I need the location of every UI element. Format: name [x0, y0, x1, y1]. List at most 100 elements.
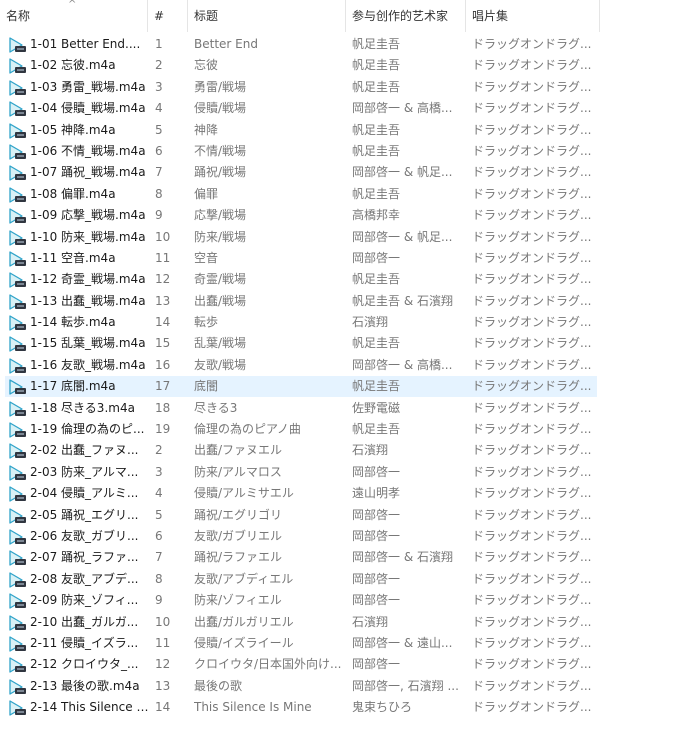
column-header-title[interactable]: 标题: [188, 0, 346, 32]
track-artist: 岡部啓一 & 帆足...: [352, 165, 453, 180]
file-row[interactable]: 2-06 友歌_ガブリ... 6 友歌/ガブリエル 岡部啓一 ドラッグオンドラグ…: [0, 526, 700, 547]
file-row[interactable]: 2-05 踊祝_エグリ... 5 踊祝/エグリゴリ 岡部啓一 ドラッグオンドラグ…: [0, 505, 700, 526]
column-header-number[interactable]: #: [148, 0, 188, 32]
track-title: 出蠢/ガルガリエル: [194, 614, 294, 629]
audio-file-icon: [9, 187, 26, 203]
file-row[interactable]: 2-13 最後の歌.m4a 13 最後の歌 岡部啓一, 石濱翔 ... ドラッグ…: [0, 676, 700, 697]
file-row[interactable]: 2-09 防来_ゾフィ... 9 防来/ゾフィエル 岡部啓一 ドラッグオンドラグ…: [0, 590, 700, 611]
file-row[interactable]: 1-11 空音.m4a 11 空音 岡部啓一 ドラッグオンドラグ...: [0, 248, 700, 269]
file-row[interactable]: 1-05 神降.m4a 5 神降 帆足圭吾 ドラッグオンドラグ...: [0, 120, 700, 141]
track-number: 7: [155, 165, 163, 180]
track-album: ドラッグオンドラグ...: [472, 250, 592, 265]
track-title: クロイウタ/日本国外向け...: [194, 657, 342, 672]
column-header-number-label: #: [154, 9, 165, 23]
file-row[interactable]: 1-19 倫理の為のピ... 19 倫理の為のピアノ曲 帆足圭吾 ドラッグオンド…: [0, 419, 700, 440]
file-name: 2-11 侵贖_イズラ...: [30, 635, 139, 650]
track-album: ドラッグオンドラグ...: [472, 272, 592, 287]
track-artist: 帆足圭吾: [352, 336, 401, 351]
file-row[interactable]: 1-15 乱葉_戦場.m4a 15 乱葉/戦場 帆足圭吾 ドラッグオンドラグ..…: [0, 333, 700, 354]
file-row[interactable]: 1-10 防来_戦場.m4a 10 防来/戦場 岡部啓一 & 帆足... ドラッ…: [0, 227, 700, 248]
file-row[interactable]: 1-06 不情_戦場.m4a 6 不情/戦場 帆足圭吾 ドラッグオンドラグ...: [0, 141, 700, 162]
file-name: 2-04 侵贖_アルミ...: [30, 486, 139, 501]
file-row[interactable]: 1-18 尽きる3.m4a 18 尽きる3 佐野電磁 ドラッグオンドラグ...: [0, 398, 700, 419]
track-album: ドラッグオンドラグ...: [472, 486, 592, 501]
file-name: 1-19 倫理の為のピ...: [30, 422, 145, 437]
track-number: 4: [155, 101, 163, 116]
file-row[interactable]: 1-03 勇雷_戦場.m4a 3 勇雷/戦場 帆足圭吾 ドラッグオンドラグ...: [0, 77, 700, 98]
audio-file-icon: [9, 507, 26, 524]
audio-file-icon: [9, 400, 26, 417]
file-row[interactable]: 1-17 底闇.m4a 17 底闇 帆足圭吾 ドラッグオンドラグ...: [0, 376, 700, 398]
file-row[interactable]: 1-09 応撃_戦場.m4a 9 応撃/戦場 高橋邦幸 ドラッグオンドラグ...: [0, 205, 700, 226]
file-name: 2-03 防来_アルマ...: [30, 464, 139, 479]
file-name: 2-05 踊祝_エグリ...: [30, 507, 139, 522]
column-header-bar: 名称 ^ # 标题 参与创作的艺术家 唱片集: [0, 0, 700, 33]
track-artist: 石濱翔: [352, 443, 389, 458]
track-album: ドラッグオンドラグ...: [472, 208, 592, 223]
track-title: 勇雷/戦場: [194, 79, 247, 94]
track-number: 8: [155, 571, 163, 586]
file-name: 1-15 乱葉_戦場.m4a: [30, 336, 146, 351]
audio-file-icon: [9, 144, 26, 160]
track-title: 倫理の為のピアノ曲: [194, 422, 301, 437]
file-list-view: 名称 ^ # 标题 参与创作的艺术家 唱片集 1-01 Better End..…: [0, 0, 700, 733]
column-header-album-label: 唱片集: [472, 9, 509, 23]
file-name: 1-05 神降.m4a: [30, 122, 116, 137]
track-album: ドラッグオンドラグ...: [472, 400, 592, 415]
track-artist: 帆足圭吾: [352, 122, 401, 137]
track-album: ドラッグオンドラグ...: [472, 550, 592, 565]
track-title: 出蠢/ファヌエル: [194, 443, 283, 458]
column-header-artist[interactable]: 参与创作的艺术家: [346, 0, 466, 32]
file-row[interactable]: 2-07 踊祝_ラファ... 7 踊祝/ラファエル 岡部啓一 & 石濱翔 ドラッ…: [0, 547, 700, 568]
file-row[interactable]: 2-02 出蠢_ファヌ... 2 出蠢/ファヌエル 石濱翔 ドラッグオンドラグ.…: [0, 440, 700, 461]
file-row[interactable]: 2-14 This Silence I... 14 This Silence I…: [0, 697, 700, 718]
audio-file-icon: [9, 122, 26, 139]
file-row[interactable]: 2-12 クロイウタ_... 12 クロイウタ/日本国外向け... 岡部啓一 ド…: [0, 654, 700, 675]
column-header-name[interactable]: 名称 ^: [0, 0, 148, 32]
file-row[interactable]: 2-10 出蠢_ガルガ... 10 出蠢/ガルガリエル 石濱翔 ドラッグオンドラ…: [0, 612, 700, 633]
audio-file-icon: [9, 636, 26, 652]
file-row[interactable]: 1-02 忘彼.m4a 2 忘彼 帆足圭吾 ドラッグオンドラグ...: [0, 55, 700, 76]
file-row[interactable]: 1-04 侵贖_戦場.m4a 4 侵贖/戦場 岡部啓一 & 高橋... ドラッグ…: [0, 98, 700, 119]
file-row[interactable]: 2-03 防来_アルマ... 3 防来/アルマロス 岡部啓一 ドラッグオンドラグ…: [0, 462, 700, 483]
track-album: ドラッグオンドラグ...: [472, 143, 592, 158]
file-row[interactable]: 1-16 友歌_戦場.m4a 16 友歌/戦場 岡部啓一 & 高橋... ドラッ…: [0, 355, 700, 376]
audio-file-icon: [9, 251, 26, 267]
file-row[interactable]: 2-08 友歌_アブデ... 8 友歌/アブディエル 岡部啓一 ドラッグオンドラ…: [0, 569, 700, 590]
file-row[interactable]: 1-12 奇霊_戦場.m4a 12 奇霊/戦場 帆足圭吾 ドラッグオンドラグ..…: [0, 269, 700, 290]
track-number: 2: [155, 443, 163, 458]
track-number: 11: [155, 250, 171, 265]
track-album: ドラッグオンドラグ...: [472, 443, 592, 458]
track-album: ドラッグオンドラグ...: [472, 79, 592, 94]
track-artist: 岡部啓一: [352, 528, 401, 543]
file-name: 1-11 空音.m4a: [30, 250, 116, 265]
track-album: ドラッグオンドラグ...: [472, 528, 592, 543]
file-row[interactable]: 2-04 侵贖_アルミ... 4 侵贖/アルミサエル 遠山明孝 ドラッグオンドラ…: [0, 483, 700, 504]
audio-file-icon: [9, 272, 26, 288]
audio-file-icon: [9, 101, 26, 117]
track-number: 12: [155, 657, 171, 672]
track-artist: 佐野電磁: [352, 400, 401, 415]
audio-file-icon: [9, 422, 26, 438]
track-number: 13: [155, 293, 171, 308]
file-row[interactable]: 1-08 偏罪.m4a 8 偏罪 帆足圭吾 ドラッグオンドラグ...: [0, 184, 700, 205]
file-row[interactable]: 1-14 転歩.m4a 14 転歩 石濱翔 ドラッグオンドラグ...: [0, 312, 700, 333]
audio-file-icon: [9, 593, 26, 609]
audio-file-icon: [9, 679, 26, 695]
track-title: 尽きる3: [194, 400, 238, 415]
file-row[interactable]: 1-13 出蠢_戦場.m4a 13 出蠢/戦場 帆足圭吾 & 石濱翔 ドラッグオ…: [0, 291, 700, 312]
file-name: 1-02 忘彼.m4a: [30, 58, 116, 73]
file-row[interactable]: 1-01 Better End.... 1 Better End 帆足圭吾 ドラ…: [0, 34, 700, 55]
track-title: 応撃/戦場: [194, 208, 247, 223]
track-album: ドラッグオンドラグ...: [472, 58, 592, 73]
column-header-album[interactable]: 唱片集: [466, 0, 600, 32]
track-number: 19: [155, 422, 171, 437]
file-row[interactable]: 2-11 侵贖_イズラ... 11 侵贖/イズライール 岡部啓一 & 遠山...…: [0, 633, 700, 654]
track-album: ドラッグオンドラグ...: [472, 229, 592, 244]
file-name: 1-09 応撃_戦場.m4a: [30, 208, 146, 223]
column-header-name-label: 名称: [6, 9, 31, 23]
track-number: 9: [155, 208, 163, 223]
file-row[interactable]: 1-07 踊祝_戦場.m4a 7 踊祝/戦場 岡部啓一 & 帆足... ドラッグ…: [0, 162, 700, 183]
track-title: This Silence Is Mine: [194, 700, 312, 715]
track-album: ドラッグオンドラグ...: [472, 635, 592, 650]
